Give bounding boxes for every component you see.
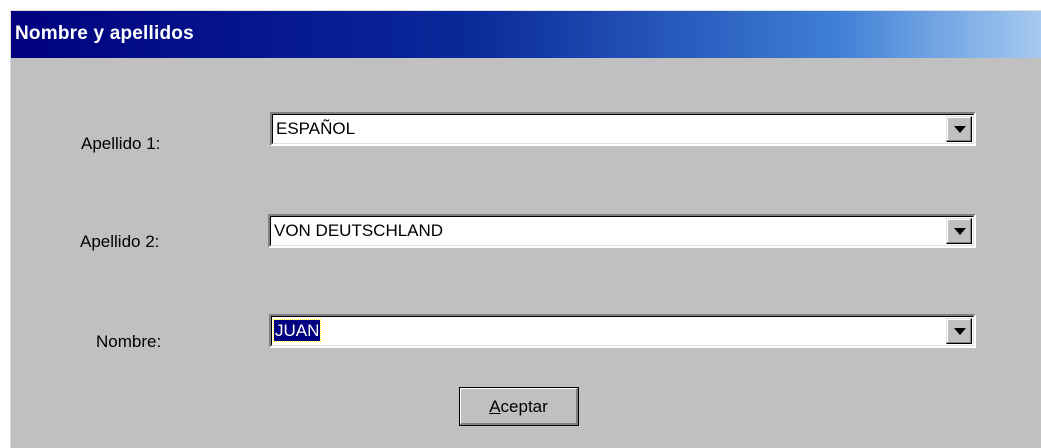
apellido1-dropdown-button[interactable] xyxy=(946,116,972,142)
apellido1-label: Apellido 1: xyxy=(81,134,161,153)
chevron-down-icon xyxy=(954,328,966,335)
apellido2-dropdown-button[interactable] xyxy=(946,218,972,244)
chevron-down-icon xyxy=(954,228,966,235)
nombre-value[interactable]: JUAN xyxy=(272,319,322,342)
aceptar-button[interactable]: Aceptar xyxy=(459,387,579,426)
apellido2-label: Apellido 2: xyxy=(80,232,160,251)
chevron-down-icon xyxy=(954,126,966,133)
apellido2-combobox[interactable]: VON DEUTSCHLAND xyxy=(268,214,976,248)
aceptar-button-label: Aceptar xyxy=(489,397,548,416)
dialog-window: Nombre y apellidos Apellido 1: ESPAÑOL A… xyxy=(10,10,1041,448)
apellido1-value[interactable]: ESPAÑOL xyxy=(275,118,356,139)
nombre-label: Nombre: xyxy=(96,332,162,351)
nombre-dropdown-button[interactable] xyxy=(946,318,972,344)
apellido1-combobox[interactable]: ESPAÑOL xyxy=(270,112,976,146)
nombre-combobox[interactable]: JUAN xyxy=(269,314,976,348)
dialog-title: Nombre y apellidos xyxy=(15,23,194,44)
title-bar[interactable]: Nombre y apellidos xyxy=(11,11,1041,58)
apellido2-value[interactable]: VON DEUTSCHLAND xyxy=(273,220,444,241)
